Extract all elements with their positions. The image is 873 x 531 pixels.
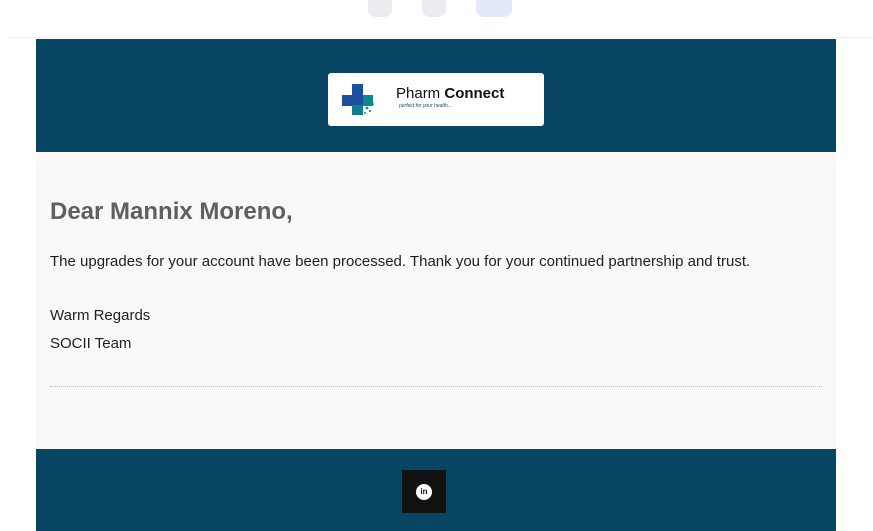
toolbar-controls: [368, 0, 512, 24]
logo-name-prefix: Pharm: [396, 84, 445, 102]
toolbar-divider: [8, 37, 873, 38]
toolbar-button-active[interactable]: [476, 0, 512, 17]
logo-wordmark: Pharm Connect perfect for your health...: [396, 86, 504, 109]
linkedin-button[interactable]: in: [402, 470, 446, 513]
logo-name-bold: Connect: [444, 84, 505, 102]
email-team-name: SOCII Team: [50, 335, 132, 352]
email-message-text: The upgrades for your account have been …: [50, 253, 751, 270]
toolbar-button-1[interactable]: [368, 0, 392, 17]
email-signoff: Warm Regards: [50, 307, 151, 324]
dotted-divider: [50, 386, 822, 387]
email-header: Pharm Connect perfect for your health...: [36, 39, 836, 152]
logo-tagline: perfect for your health...: [399, 102, 452, 109]
email-body: Dear Mannix Moreno, The upgrades for you…: [36, 152, 836, 449]
email-footer: in: [36, 449, 836, 531]
email-preview-page: Pharm Connect perfect for your health...…: [0, 0, 873, 531]
medical-cross-logo-icon: [342, 83, 374, 115]
toolbar-button-2[interactable]: [422, 0, 446, 17]
pharm-connect-logo: Pharm Connect perfect for your health...: [328, 73, 544, 126]
linkedin-icon: in: [416, 483, 432, 500]
top-toolbar: [0, 0, 873, 38]
email-message: Pharm Connect perfect for your health...…: [36, 39, 836, 531]
email-greeting: Dear Mannix Moreno,: [50, 198, 293, 225]
logo-name: Pharm Connect: [396, 86, 504, 101]
